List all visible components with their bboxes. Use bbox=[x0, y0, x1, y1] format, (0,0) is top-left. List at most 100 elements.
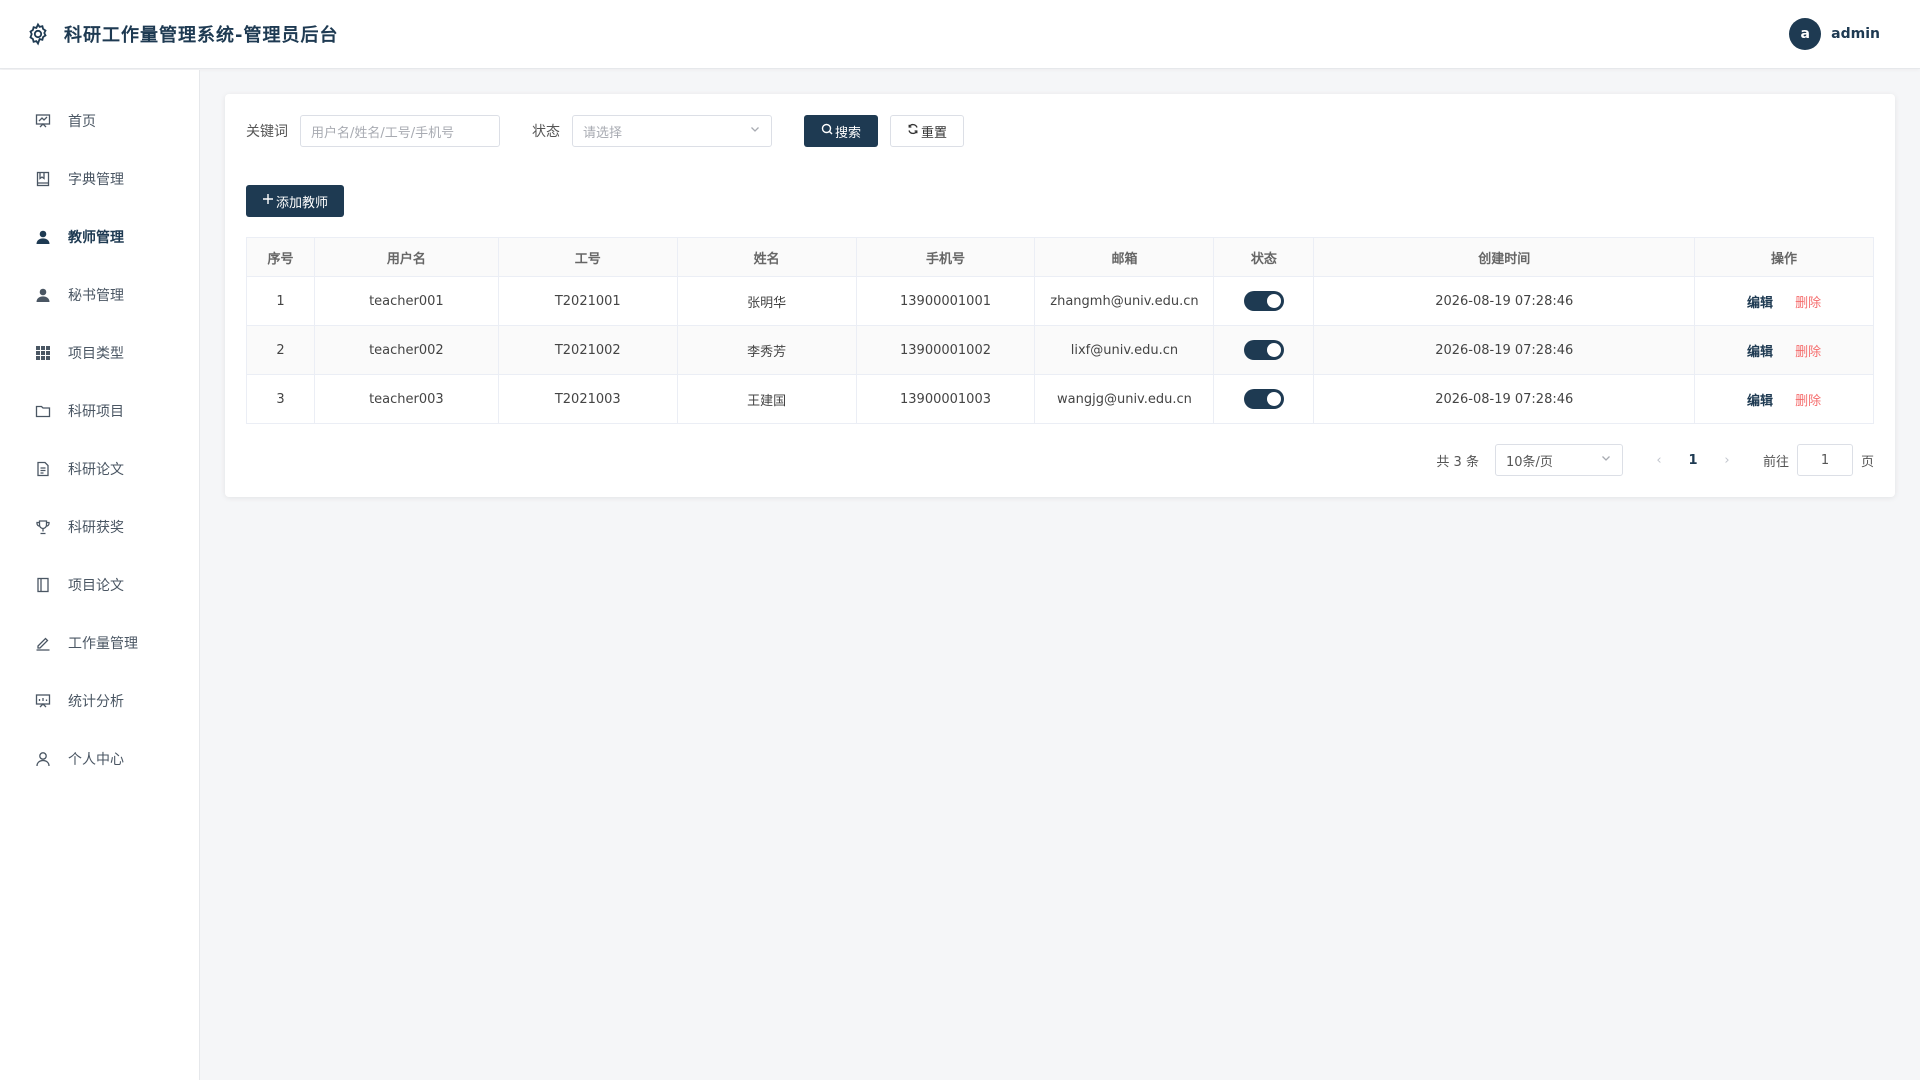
search-icon bbox=[821, 123, 835, 139]
page-suffix: 页 bbox=[1860, 454, 1874, 470]
status-select-placeholder: 请选择 bbox=[583, 125, 623, 141]
search-button[interactable]: 搜索 bbox=[804, 115, 878, 147]
folder-icon bbox=[34, 402, 52, 420]
app-title: 科研工作量管理系统-管理员后台 bbox=[64, 25, 339, 46]
cell-email: wangjg@univ.edu.cn bbox=[1034, 374, 1215, 424]
sidebar-item-label: 统计分析 bbox=[68, 694, 124, 710]
add-teacher-label: 添加教师 bbox=[276, 195, 329, 211]
column-header: 状态 bbox=[1213, 237, 1315, 277]
sidebar-item-teachers[interactable]: 教师管理 bbox=[0, 208, 199, 266]
status-toggle[interactable] bbox=[1243, 340, 1284, 360]
keyword-input[interactable]: 用户名/姓名/工号/手机号 bbox=[300, 115, 500, 147]
cell-phone: 13900001001 bbox=[855, 276, 1036, 326]
column-header: 操作 bbox=[1694, 237, 1874, 277]
page-size-value: 10条/页 bbox=[1505, 454, 1553, 470]
cell-actions: 编辑 删除 bbox=[1694, 325, 1874, 375]
presentation-icon bbox=[34, 692, 52, 710]
column-header: 手机号 bbox=[855, 237, 1036, 277]
sidebar-item-profile[interactable]: 个人中心 bbox=[0, 730, 199, 788]
chevron-right-icon[interactable]: › bbox=[1715, 453, 1739, 468]
column-header: 工号 bbox=[497, 237, 678, 277]
sidebar-item-label: 科研获奖 bbox=[68, 520, 124, 536]
sidebar-item-research-projects[interactable]: 科研项目 bbox=[0, 382, 199, 440]
notebook-icon bbox=[34, 576, 52, 594]
sidebar-item-label: 教师管理 bbox=[68, 230, 124, 246]
user-filled-icon bbox=[34, 286, 52, 304]
sidebar-item-secretaries[interactable]: 秘书管理 bbox=[0, 266, 199, 324]
sidebar-item-research-papers[interactable]: 科研论文 bbox=[0, 440, 199, 498]
delete-button[interactable]: 删除 bbox=[1795, 345, 1821, 360]
status-toggle[interactable] bbox=[1243, 389, 1284, 409]
cell-username: teacher003 bbox=[313, 374, 499, 424]
cell-created: 2026-08-19 07:28:46 bbox=[1313, 276, 1696, 326]
page-size-select[interactable]: 10条/页 bbox=[1494, 444, 1623, 476]
edit-button[interactable]: 编辑 bbox=[1747, 296, 1773, 311]
sidebar-item-label: 秘书管理 bbox=[68, 288, 124, 304]
table-row: 3 teacher003 T2021003 王建国 13900001003 wa… bbox=[246, 374, 1874, 424]
cell-actions: 编辑 删除 bbox=[1694, 276, 1874, 326]
refresh-icon bbox=[907, 123, 921, 139]
page-number[interactable]: 1 bbox=[1679, 453, 1707, 468]
user-filled-icon bbox=[34, 228, 52, 246]
column-header: 序号 bbox=[246, 237, 315, 277]
avatar[interactable]: a bbox=[1789, 18, 1822, 50]
sidebar-item-label: 字典管理 bbox=[68, 172, 124, 188]
status-label: 状态 bbox=[532, 124, 560, 140]
sidebar-item-label: 科研论文 bbox=[68, 462, 124, 478]
cell-actions: 编辑 删除 bbox=[1694, 374, 1874, 424]
user-menu[interactable]: a admin bbox=[1789, 18, 1880, 50]
sidebar-item-workload[interactable]: 工作量管理 bbox=[0, 614, 199, 672]
search-form: 关键词 用户名/姓名/工号/手机号 状态 请选择 搜索 重置 bbox=[246, 115, 964, 147]
cell-status bbox=[1213, 374, 1315, 424]
goto-page-input[interactable]: 1 bbox=[1796, 444, 1853, 476]
gear-icon bbox=[24, 20, 52, 48]
cell-email: zhangmh@univ.edu.cn bbox=[1034, 276, 1215, 326]
sidebar-item-label: 首页 bbox=[68, 114, 96, 130]
cell-username: teacher002 bbox=[313, 325, 499, 375]
cell-status bbox=[1213, 325, 1315, 375]
sidebar: 首页 字典管理 教师管理 秘书管理 项目类型 科研项目 科研论文 科研获奖 项目… bbox=[0, 70, 200, 1080]
cell-no: 2 bbox=[246, 325, 315, 375]
cell-name: 李秀芳 bbox=[676, 325, 857, 375]
cell-phone: 13900001002 bbox=[855, 325, 1036, 375]
sidebar-item-label: 科研项目 bbox=[68, 404, 124, 420]
book-icon bbox=[34, 170, 52, 188]
reset-button[interactable]: 重置 bbox=[890, 115, 964, 147]
add-teacher-button[interactable]: 添加教师 bbox=[246, 185, 345, 217]
grid-icon bbox=[34, 344, 52, 362]
sidebar-item-project-papers[interactable]: 项目论文 bbox=[0, 556, 199, 614]
cell-created: 2026-08-19 07:28:46 bbox=[1313, 374, 1696, 424]
edit-pen-icon bbox=[34, 634, 52, 652]
sidebar-item-label: 工作量管理 bbox=[68, 636, 138, 652]
cell-name: 王建国 bbox=[676, 374, 857, 424]
table-row: 1 teacher001 T2021001 张明华 13900001001 zh… bbox=[246, 276, 1874, 326]
delete-button[interactable]: 删除 bbox=[1795, 296, 1821, 311]
document-icon bbox=[34, 460, 52, 478]
cell-name: 张明华 bbox=[676, 276, 857, 326]
cell-no: 3 bbox=[246, 374, 315, 424]
column-header: 用户名 bbox=[313, 237, 499, 277]
dashboard-icon bbox=[34, 112, 52, 130]
trophy-icon bbox=[34, 518, 52, 536]
edit-button[interactable]: 编辑 bbox=[1747, 345, 1773, 360]
total-count: 共 3 条 bbox=[1436, 454, 1479, 470]
top-header: 科研工作量管理系统-管理员后台 a admin bbox=[0, 0, 1920, 69]
username-label[interactable]: admin bbox=[1831, 26, 1880, 42]
chevron-down-icon bbox=[1600, 452, 1612, 468]
column-header: 邮箱 bbox=[1034, 237, 1215, 277]
plus-icon bbox=[262, 193, 276, 209]
column-header: 创建时间 bbox=[1313, 237, 1696, 277]
sidebar-item-project-types[interactable]: 项目类型 bbox=[0, 324, 199, 382]
table-row: 2 teacher002 T2021002 李秀芳 13900001002 li… bbox=[246, 325, 1874, 375]
sidebar-item-home[interactable]: 首页 bbox=[0, 92, 199, 150]
sidebar-item-statistics[interactable]: 统计分析 bbox=[0, 672, 199, 730]
sidebar-item-research-awards[interactable]: 科研获奖 bbox=[0, 498, 199, 556]
sidebar-item-dictionary[interactable]: 字典管理 bbox=[0, 150, 199, 208]
edit-button[interactable]: 编辑 bbox=[1747, 394, 1773, 409]
chevron-left-icon[interactable]: ‹ bbox=[1647, 453, 1671, 468]
status-select[interactable]: 请选择 bbox=[572, 115, 772, 147]
column-header: 姓名 bbox=[676, 237, 857, 277]
goto-label: 前往 bbox=[1762, 454, 1789, 470]
status-toggle[interactable] bbox=[1243, 291, 1284, 311]
delete-button[interactable]: 删除 bbox=[1795, 394, 1821, 409]
